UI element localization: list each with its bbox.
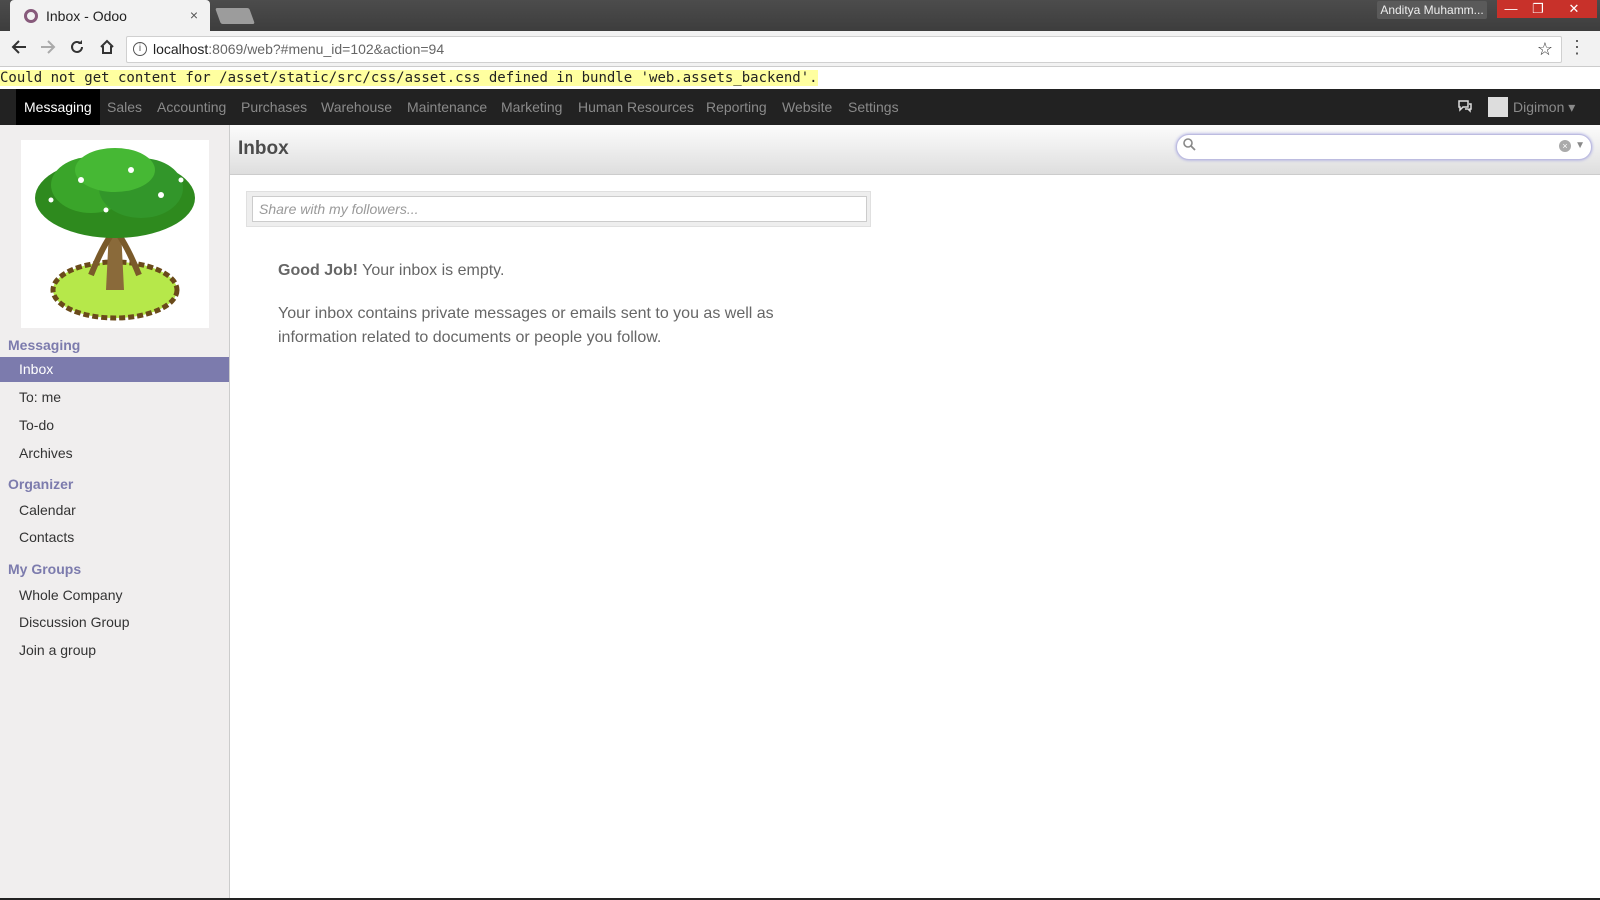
user-avatar[interactable]: [1488, 97, 1508, 117]
empty-text: Your inbox is empty.: [357, 262, 505, 279]
chat-icon[interactable]: [1457, 99, 1473, 117]
odoo-topbar: Messaging Sales Accounting Purchases War…: [0, 89, 1600, 125]
sidebar-item-archives[interactable]: Archives: [0, 441, 229, 466]
menu-warehouse[interactable]: Warehouse: [313, 89, 400, 125]
sidebar-item-whole-company[interactable]: Whole Company: [0, 583, 229, 608]
address-bar[interactable]: i localhost:8069/web?#menu_id=102&action…: [126, 36, 1562, 63]
menu-maintenance[interactable]: Maintenance: [399, 89, 495, 125]
sidebar-item-calendar[interactable]: Calendar: [0, 498, 229, 523]
section-organizer: Organizer: [8, 476, 74, 492]
back-icon[interactable]: [8, 38, 30, 60]
forward-icon[interactable]: [37, 38, 59, 60]
share-with-followers-input[interactable]: [252, 196, 867, 222]
browser-profile-button[interactable]: Anditya Muhamm...: [1377, 1, 1487, 19]
sidebar-item-to-me[interactable]: To: me: [0, 385, 229, 410]
empty-inbox-description: Your inbox contains private messages or …: [278, 305, 774, 346]
sidebar-item-contacts[interactable]: Contacts: [0, 525, 229, 550]
page-title: Inbox: [238, 138, 289, 159]
menu-sales[interactable]: Sales: [99, 89, 150, 125]
url-host: localhost: [153, 41, 209, 57]
menu-accounting[interactable]: Accounting: [149, 89, 234, 125]
restore-button[interactable]: ❐: [1525, 0, 1551, 18]
company-logo: [21, 140, 209, 328]
menu-settings[interactable]: Settings: [840, 89, 907, 125]
sidebar-item-inbox[interactable]: Inbox: [0, 357, 229, 382]
asset-error-message: Could not get content for /asset/static/…: [0, 70, 818, 86]
section-my-groups: My Groups: [8, 561, 82, 577]
info-icon[interactable]: i: [133, 42, 147, 56]
compose-box: [246, 191, 871, 227]
sidebar-item-discussion-group[interactable]: Discussion Group: [0, 610, 229, 635]
tab-close-icon[interactable]: ×: [190, 7, 198, 23]
control-panel: Inbox × ▼: [230, 125, 1600, 175]
home-icon[interactable]: [96, 38, 118, 60]
empty-bold: Good Job!: [278, 262, 358, 279]
user-menu[interactable]: Digimon ▾: [1513, 89, 1575, 125]
browser-toolbar: i localhost:8069/web?#menu_id=102&action…: [0, 31, 1600, 67]
sidebar-item-join-a-group[interactable]: Join a group: [0, 638, 229, 663]
menu-purchases[interactable]: Purchases: [233, 89, 315, 125]
sidebar-item-to-do[interactable]: To-do: [0, 413, 229, 438]
kebab-icon[interactable]: ⋮: [1568, 37, 1586, 58]
search-options-icon[interactable]: ▼: [1575, 140, 1585, 151]
menu-human-resources[interactable]: Human Resources: [570, 89, 702, 125]
search-icon: [1183, 138, 1196, 154]
menu-marketing[interactable]: Marketing: [493, 89, 570, 125]
url-path: :8069/web?#menu_id=102&action=94: [208, 41, 445, 57]
reload-icon[interactable]: [66, 38, 88, 60]
search-input[interactable]: × ▼: [1176, 134, 1592, 160]
browser-titlebar: Inbox - Odoo × Anditya Muhamm... — ❐ ✕: [0, 0, 1600, 31]
menu-reporting[interactable]: Reporting: [698, 89, 775, 125]
clear-icon[interactable]: ×: [1559, 140, 1571, 152]
minimize-button[interactable]: —: [1497, 0, 1525, 18]
tab-title: Inbox - Odoo: [46, 7, 127, 24]
menu-messaging[interactable]: Messaging: [16, 89, 100, 125]
section-messaging: Messaging: [8, 337, 81, 353]
sidebar: Messaging Inbox To: me To-do Archives Or…: [0, 125, 230, 900]
close-window-button[interactable]: ✕: [1551, 0, 1597, 18]
menu-website[interactable]: Website: [774, 89, 840, 125]
empty-inbox-heading: Good Job! Your inbox is empty.: [278, 262, 504, 280]
new-tab-button[interactable]: [215, 8, 255, 24]
odoo-favicon-icon: [24, 8, 38, 23]
browser-tab[interactable]: Inbox - Odoo ×: [10, 0, 210, 31]
caret-down-icon: ▾: [1568, 99, 1576, 115]
star-icon[interactable]: ☆: [1537, 37, 1553, 62]
